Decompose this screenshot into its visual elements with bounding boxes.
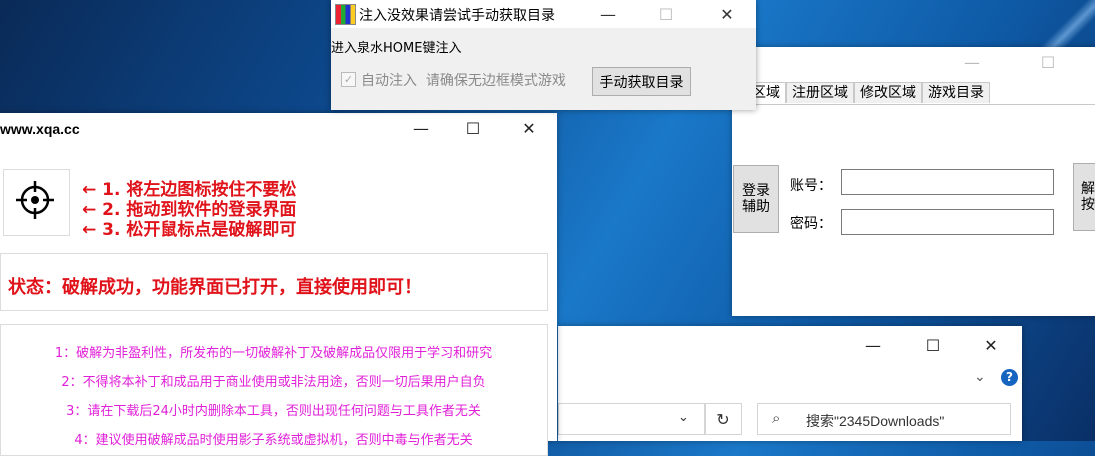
auto-inject-checkbox[interactable]: ✓ xyxy=(341,72,356,87)
app-icon xyxy=(335,4,356,25)
file-explorer-window: — ☐ ✕ ⌄ ? ⌄ ↻ ⌕ 搜索"2345Downloads" xyxy=(558,326,1022,441)
minimize-icon[interactable]: — xyxy=(850,330,896,360)
maximize-icon[interactable]: ☐ xyxy=(450,113,496,143)
close-icon[interactable]: ✕ xyxy=(704,0,750,28)
password-field[interactable] xyxy=(841,209,1054,235)
refresh-icon: ↻ xyxy=(716,409,730,429)
tab-game-dir[interactable]: 游戏目录 xyxy=(922,82,990,103)
tab-register[interactable]: 注册区域 xyxy=(786,82,854,103)
account-label: 账号： xyxy=(790,178,832,194)
address-dropdown-icon[interactable]: ⌄ xyxy=(678,410,689,425)
account-field[interactable] xyxy=(841,169,1054,195)
auto-inject-label: 自动注入 请确保无边框模式游戏 xyxy=(361,70,566,90)
search-box[interactable]: ⌕ 搜索"2345Downloads" xyxy=(757,403,1011,435)
password-label: 密码： xyxy=(790,216,832,232)
window-title: www.xqa.cc xyxy=(0,121,80,137)
tab-divider xyxy=(732,104,1095,105)
account-window: — ☐ 录区域 注册区域 修改区域 游戏目录 登录 辅助 账号： 密码： 解 按 xyxy=(732,47,1095,316)
injector-window: 注入没效果请尝试手动获取目录 — ☐ ✕ 进入泉水HOME键注入 ✓ 自动注入 … xyxy=(331,0,756,110)
notice-1: 1：破解为非盈利性，所发布的一切破解补丁及破解成品仅限用于学习和研究 xyxy=(54,346,493,361)
inject-instruction: 进入泉水HOME键注入 xyxy=(331,41,462,56)
minimize-icon[interactable]: — xyxy=(398,113,444,143)
close-icon[interactable]: ✕ xyxy=(506,113,552,143)
tab-strip: 录区域 注册区域 修改区域 游戏目录 xyxy=(732,82,990,104)
close-icon[interactable]: ✕ xyxy=(968,330,1014,360)
tab-modify[interactable]: 修改区域 xyxy=(854,82,922,103)
unbind-button[interactable]: 解 按 xyxy=(1073,163,1095,231)
minimize-icon[interactable]: — xyxy=(949,47,995,77)
notice-4: 4：建议使用破解成品时使用影子系统或虚拟机，否则中毒与作者无关 xyxy=(74,433,473,448)
explorer-titlebar: — ☐ ✕ xyxy=(558,326,1022,362)
maximize-icon[interactable]: ☐ xyxy=(643,0,689,28)
auto-inject-text: 自动注入 xyxy=(361,73,417,89)
maximize-icon[interactable]: ☐ xyxy=(910,330,956,360)
minimize-icon[interactable]: — xyxy=(585,0,631,28)
crosshair-icon[interactable] xyxy=(14,179,56,221)
status-text: 状态：破解成功，功能界面已打开，直接使用即可！ xyxy=(8,277,422,298)
borderless-hint: 请确保无边框模式游戏 xyxy=(425,73,566,89)
injector-titlebar: 注入没效果请尝试手动获取目录 — ☐ ✕ xyxy=(331,0,756,28)
login-assist-button[interactable]: 登录 辅助 xyxy=(733,165,779,233)
get-directory-button[interactable]: 手动获取目录 xyxy=(592,67,691,96)
notice-2: 2：不得将本补丁和成品用于商业使用或非法用途，否则一切后果用户自负 xyxy=(61,375,486,390)
search-icon: ⌕ xyxy=(772,409,781,427)
help-icon[interactable]: ? xyxy=(1001,369,1018,386)
window-title: 注入没效果请尝试手动获取目录 xyxy=(359,8,555,24)
cracker-window: www.xqa.cc — ☐ ✕ ← 1. 将左边图标按住不要松 ← 2. 拖动… xyxy=(0,113,557,456)
step-3-text: ← 3. 松开鼠标点是破解即可 xyxy=(82,220,297,240)
search-placeholder: 搜索"2345Downloads" xyxy=(806,413,945,429)
notice-3: 3：请在下载后24小时内删除本工具，否则出现任何问题与工具作者无关 xyxy=(66,404,481,419)
expand-ribbon-chevron-icon[interactable]: ⌄ xyxy=(974,369,986,385)
refresh-button[interactable]: ↻ xyxy=(704,403,742,435)
maximize-icon[interactable]: ☐ xyxy=(1025,47,1071,77)
